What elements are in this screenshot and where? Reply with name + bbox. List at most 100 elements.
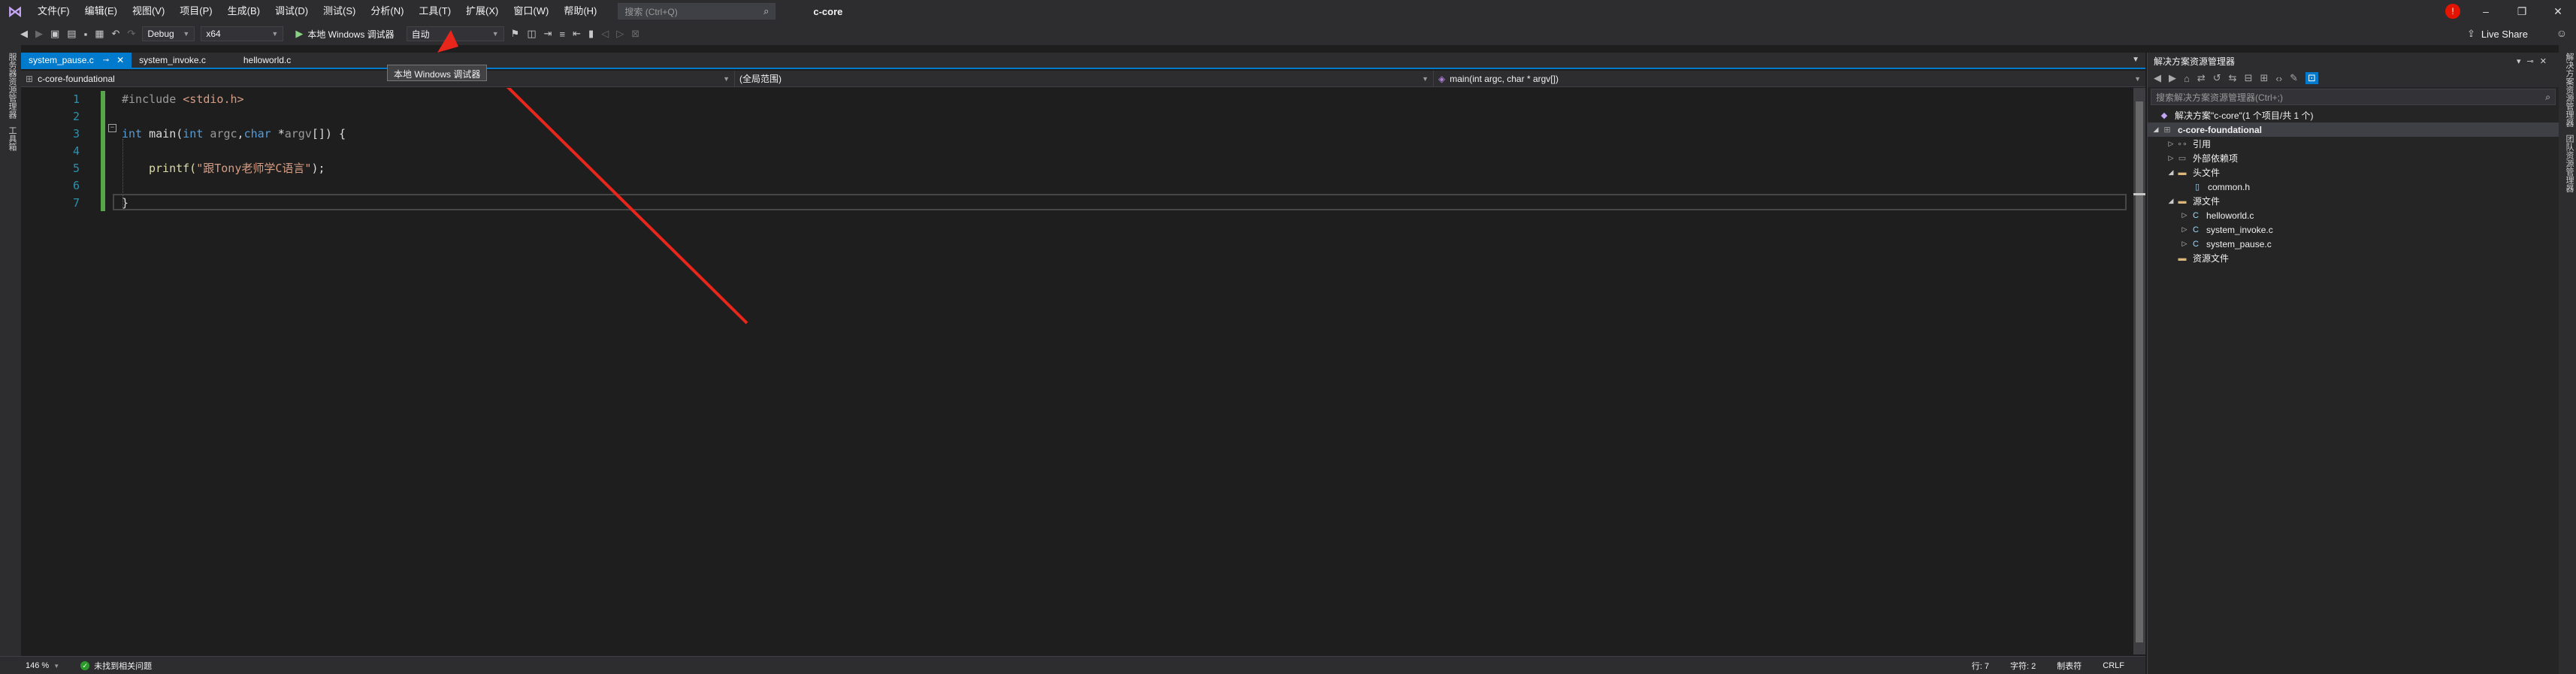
close-icon[interactable]: ✕	[116, 55, 124, 65]
expanded-icon[interactable]: ◢	[2151, 125, 2161, 134]
panel-controls[interactable]: ▾⊸✕	[2517, 56, 2553, 66]
save-all-icon[interactable]: ▦	[91, 28, 107, 40]
collapse-all-icon[interactable]: ⊟	[2245, 72, 2253, 84]
menu-help[interactable]: 帮助(H)	[556, 0, 604, 23]
eol-indicator[interactable]: CRLF	[2103, 661, 2124, 670]
solution-icon: ◆	[2160, 111, 2168, 120]
scrollbar-thumb[interactable]	[2136, 101, 2143, 642]
sync-icon[interactable]: ⇆	[2229, 72, 2237, 84]
tree-node-resource-files[interactable]: ▬ 资源文件	[2148, 251, 2559, 265]
tabs-indicator[interactable]: 制表符	[2057, 660, 2082, 672]
project-dropdown[interactable]: ⊞ c-core-foundational ▼	[21, 70, 735, 87]
align-icon[interactable]: ≡	[556, 29, 570, 40]
back-icon[interactable]: ◀	[2154, 72, 2161, 84]
toolbox-tab[interactable]: 工具箱	[6, 126, 18, 151]
restore-button[interactable]: ❐	[2504, 5, 2540, 18]
tree-node-source-files[interactable]: ◢ ▬ 源文件	[2148, 194, 2559, 208]
notification-icon[interactable]: !	[2445, 4, 2460, 19]
menu-test[interactable]: 测试(S)	[316, 0, 363, 23]
tree-node-header-files[interactable]: ◢ ▬ 头文件	[2148, 165, 2559, 180]
prev-bookmark-icon[interactable]: ◁	[597, 28, 612, 40]
expanded-icon[interactable]: ◢	[2166, 197, 2176, 205]
collapsed-icon[interactable]: ▷	[2179, 225, 2190, 234]
solution-explorer-tab[interactable]: 解决方案资源管理器	[2563, 53, 2575, 127]
minimize-button[interactable]: –	[2468, 5, 2504, 17]
menu-build[interactable]: 生成(B)	[220, 0, 268, 23]
show-all-files-icon[interactable]: ⊞	[2260, 72, 2268, 84]
expanded-icon[interactable]: ◢	[2166, 168, 2176, 177]
solution-search-input[interactable]: 搜索解决方案资源管理器(Ctrl+;) ⌕	[2151, 89, 2556, 105]
history-icon[interactable]: ↺	[2213, 72, 2221, 84]
menu-view[interactable]: 视图(V)	[125, 0, 172, 23]
tree-node-system-pause[interactable]: ▷ C system_pause.c	[2148, 237, 2559, 251]
tree-node-project[interactable]: ◢ ⊞ c-core-foundational	[2148, 122, 2559, 137]
annotation-arrowhead	[437, 30, 458, 53]
quick-launch-search[interactable]: 搜索 (Ctrl+Q) ⌕	[618, 3, 776, 20]
menu-project[interactable]: 项目(P)	[172, 0, 219, 23]
pin-icon[interactable]: ⊸	[103, 56, 109, 65]
start-debugging-button[interactable]: ▶ 本地 Windows 调试器	[289, 26, 400, 42]
bookmark-icon[interactable]: ▮	[585, 28, 597, 40]
menu-analyze[interactable]: 分析(N)	[363, 0, 411, 23]
close-button[interactable]: ✕	[2540, 5, 2576, 18]
tab-system-pause[interactable]: system_pause.c ⊸ ✕	[21, 53, 132, 68]
tree-node-common-h[interactable]: ▯ common.h	[2148, 180, 2559, 194]
preview-icon[interactable]: ⊡	[2305, 72, 2318, 84]
zoom-level[interactable]: 146 % ▼	[26, 661, 59, 670]
clear-bookmarks-icon[interactable]: ⊠	[627, 28, 643, 40]
feedback-icon[interactable]: ☺	[2556, 27, 2567, 39]
forward-icon[interactable]: ▶	[2169, 72, 2176, 84]
fire-icon[interactable]: ⚑	[507, 28, 524, 40]
configuration-select[interactable]: Debug ▼	[142, 26, 195, 41]
wrench-icon[interactable]: ✎	[2290, 72, 2298, 84]
tab-system-invoke[interactable]: system_invoke.c	[132, 53, 213, 68]
tree-node-helloworld[interactable]: ▷ C helloworld.c	[2148, 208, 2559, 222]
live-share-button[interactable]: ⇪ Live Share	[2467, 23, 2528, 45]
scope-dropdown[interactable]: (全局范围) ▼	[735, 70, 1434, 87]
platform-select[interactable]: x64 ▼	[201, 26, 284, 41]
collapsed-icon[interactable]: ▷	[2166, 140, 2176, 148]
collapsed-icon[interactable]: ▷	[2179, 211, 2190, 219]
issues-indicator[interactable]: ✓ 未找到相关问题	[80, 660, 152, 672]
outdent-icon[interactable]: ⇤	[569, 28, 585, 40]
forward-icon[interactable]: ▶	[32, 28, 47, 40]
editor-vertical-scrollbar[interactable]	[2133, 88, 2145, 654]
member-dropdown[interactable]: ◈ main(int argc, char * argv[]) ▼	[1434, 71, 2145, 87]
menu-extensions[interactable]: 扩展(X)	[458, 0, 506, 23]
tab-helloworld[interactable]: helloworld.c	[236, 53, 298, 68]
next-bookmark-icon[interactable]: ▷	[612, 28, 627, 40]
team-explorer-tab[interactable]: 团队资源管理器	[2563, 134, 2575, 192]
tab-overflow-icon[interactable]: ▼	[2126, 53, 2145, 68]
collapse-icon[interactable]: −	[108, 124, 116, 132]
collapsed-icon[interactable]: ▷	[2166, 154, 2176, 162]
camera-icon[interactable]: ◫	[523, 28, 540, 40]
step-icon[interactable]: ⇥	[540, 28, 556, 40]
tree-node-solution[interactable]: ◆ 解决方案"c-core"(1 个项目/共 1 个)	[2148, 108, 2559, 122]
back-icon[interactable]: ◀	[17, 28, 32, 40]
solution-search-placeholder: 搜索解决方案资源管理器(Ctrl+;)	[2156, 92, 2283, 103]
menu-edit[interactable]: 编辑(E)	[77, 0, 125, 23]
undo-icon[interactable]: ↶	[108, 28, 124, 40]
open-folder-icon[interactable]: ▤	[63, 28, 80, 40]
menu-debug[interactable]: 调试(D)	[268, 0, 316, 23]
issues-text: 未找到相关问题	[94, 661, 153, 671]
redo-icon[interactable]: ↷	[123, 28, 139, 40]
menu-window[interactable]: 窗口(W)	[506, 0, 556, 23]
code-editor[interactable]: 1 2 3 4 5 6 7 − #include <stdio.h> int m…	[21, 88, 2135, 654]
home-icon[interactable]: ⌂	[2184, 73, 2190, 84]
char-indicator[interactable]: 字符: 2	[2010, 660, 2036, 672]
c-file-icon: C	[2193, 239, 2199, 249]
line-indicator[interactable]: 行: 7	[1972, 660, 1989, 672]
tree-node-external-deps[interactable]: ▷ ▭ 外部依赖项	[2148, 151, 2559, 165]
tree-node-system-invoke[interactable]: ▷ C system_invoke.c	[2148, 222, 2559, 237]
code-icon[interactable]: ‹›	[2275, 73, 2282, 84]
new-item-icon[interactable]: ▣	[47, 28, 63, 40]
collapsed-icon[interactable]: ▷	[2179, 240, 2190, 248]
tree-node-references[interactable]: ▷ ∘∘ 引用	[2148, 137, 2559, 151]
menu-file[interactable]: 文件(F)	[30, 0, 77, 23]
line-number: 6	[72, 179, 80, 192]
server-explorer-tab[interactable]: 服务器资源管理器	[6, 53, 18, 119]
switch-views-icon[interactable]: ⇄	[2197, 72, 2206, 84]
save-icon[interactable]: ▪	[80, 29, 92, 40]
menu-tools[interactable]: 工具(T)	[411, 0, 458, 23]
